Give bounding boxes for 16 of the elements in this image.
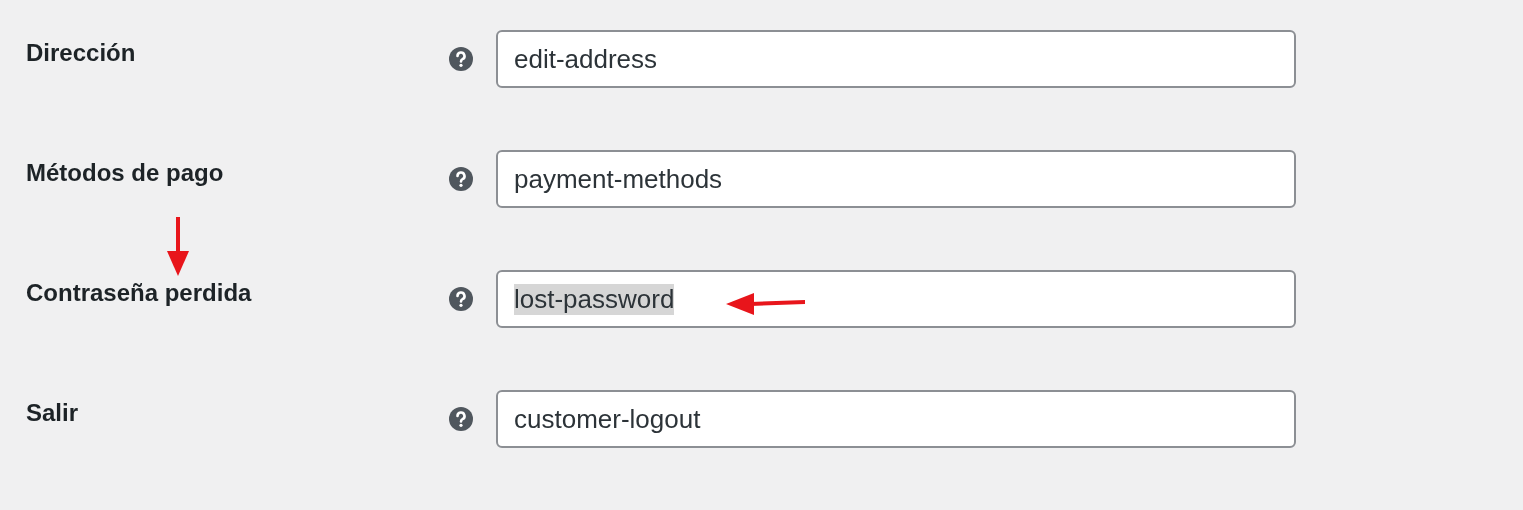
help-icon[interactable] — [448, 286, 474, 312]
setting-label: Dirección — [26, 39, 136, 67]
setting-label: Contraseña perdida — [26, 279, 252, 307]
help-icon[interactable] — [448, 406, 474, 432]
setting-label: Salir — [26, 399, 79, 427]
input-field[interactable]: customer-logout — [496, 390, 1296, 448]
help-icon[interactable] — [448, 166, 474, 192]
field-value: edit-address — [514, 43, 658, 75]
input-field[interactable]: lost-password — [496, 270, 1296, 328]
field-value: payment-methods — [514, 163, 723, 195]
setting-label: Métodos de pago — [26, 159, 224, 187]
input-field[interactable]: payment-methods — [496, 150, 1296, 208]
field-value: lost-password — [514, 283, 675, 315]
field-value: customer-logout — [514, 403, 701, 435]
input-field[interactable]: edit-address — [496, 30, 1296, 88]
help-icon[interactable] — [448, 46, 474, 72]
